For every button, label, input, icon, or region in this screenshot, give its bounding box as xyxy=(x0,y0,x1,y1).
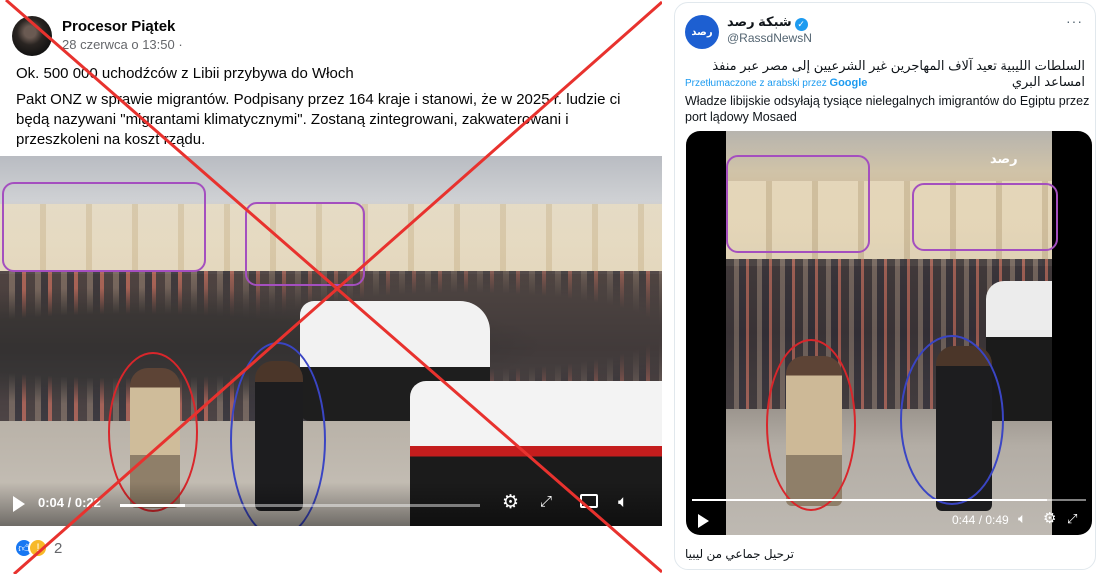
author-name[interactable]: Procesor Piątek xyxy=(62,18,183,36)
x-video-watermark: رصد xyxy=(990,151,1018,166)
verified-badge-icon: ✓ xyxy=(794,18,808,31)
x-post-translation: Władze libijskie odsyłają tysiące nieleg… xyxy=(685,94,1090,124)
google-logo: Google xyxy=(829,77,868,89)
pip-icon[interactable] xyxy=(580,494,598,508)
post-headline: Ok. 500 000 uchodźców z Libii przybywa d… xyxy=(16,65,354,82)
more-options-icon[interactable]: ··· xyxy=(1066,13,1083,29)
video-progress-bar[interactable] xyxy=(120,504,480,507)
post-header: Procesor Piątek 28 czerwca o 13:50 · xyxy=(12,14,183,58)
x-author-avatar[interactable]: رصد xyxy=(685,15,719,49)
purple-highlight-box-left xyxy=(2,182,206,272)
x-video-progress-bar[interactable] xyxy=(692,499,1086,501)
post-date[interactable]: 28 czerwca o 13:50 · xyxy=(62,36,183,54)
settings-gear-icon[interactable]: ⚙ xyxy=(1043,509,1056,527)
x-handle[interactable]: @RassdNewsN xyxy=(727,31,812,45)
purple-highlight-box-right xyxy=(245,202,365,286)
post-body: Pakt ONZ w sprawie migrantów. Podpisany … xyxy=(16,91,621,148)
purple-highlight-box-left xyxy=(726,155,870,253)
video-time: 0:04 / 0:22 xyxy=(38,495,101,510)
author-meta: Procesor Piątek 28 czerwca o 13:50 · xyxy=(62,18,183,54)
fullscreen-icon[interactable]: ⤢ xyxy=(540,493,552,510)
reactions-bar[interactable]: 👍︎ ! 2 xyxy=(14,538,62,558)
x-post-card: رصد شبكة رصد ✓ @RassdNewsN ··· السلطات ال… xyxy=(674,2,1096,570)
play-icon[interactable] xyxy=(13,496,25,512)
x-display-name-row[interactable]: شبكة رصد ✓ xyxy=(727,14,808,31)
red-highlight-ring xyxy=(766,339,856,511)
settings-gear-icon[interactable]: ⚙ xyxy=(502,491,519,514)
x-video-player[interactable]: رصد 0:44 / 0:49 🔈︎ ⚙ ⤢ xyxy=(686,131,1092,535)
x-video-time: 0:44 / 0:49 xyxy=(952,513,1009,527)
x-video-progress-fill xyxy=(692,499,1047,501)
x-video-caption: ترحيل جماعي من ليبيا xyxy=(685,547,795,561)
volume-icon[interactable]: 🔈︎ xyxy=(618,492,628,512)
purple-highlight-box-right xyxy=(912,183,1058,251)
author-avatar[interactable] xyxy=(12,16,52,56)
volume-icon[interactable]: 🔈︎ xyxy=(1018,510,1026,527)
play-icon[interactable] xyxy=(698,514,709,528)
facebook-post: Procesor Piątek 28 czerwca o 13:50 · Ok.… xyxy=(0,0,662,574)
fullscreen-icon[interactable]: ⤢ xyxy=(1067,511,1077,527)
translated-by-label[interactable]: Przetłumaczone z arabski przez Google xyxy=(685,77,867,89)
video-controls: 0:04 / 0:22 ⚙ ⤢ 🔈︎ xyxy=(0,482,662,526)
video-player[interactable]: 0:04 / 0:22 ⚙ ⤢ 🔈︎ xyxy=(0,156,662,526)
wow-reaction-icon: ! xyxy=(28,538,48,558)
reaction-count: 2 xyxy=(54,539,63,557)
x-display-name: شبكة رصد xyxy=(727,14,792,29)
translated-label-text: Przetłumaczone z arabski przez xyxy=(685,78,827,89)
video-progress-fill xyxy=(120,504,185,507)
x-post: رصد شبكة رصد ✓ @RassdNewsN ··· السلطات ال… xyxy=(670,0,1100,574)
blue-highlight-ring xyxy=(900,335,1004,505)
